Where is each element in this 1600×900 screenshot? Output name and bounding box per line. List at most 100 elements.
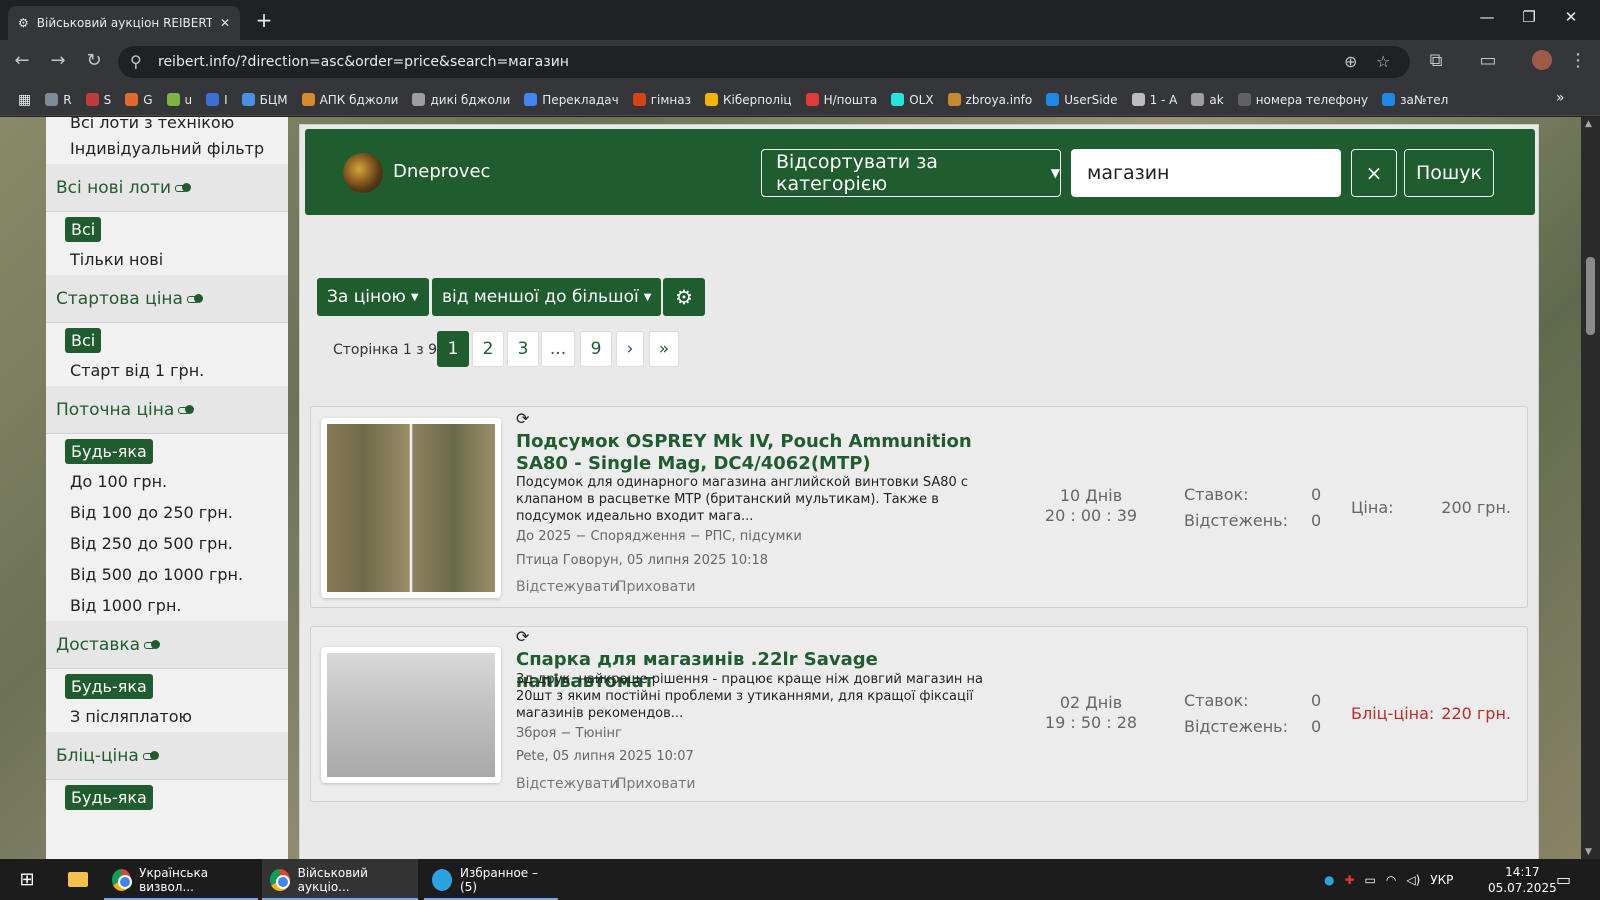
bookmark-item[interactable]: БЦМ (241, 93, 288, 107)
username[interactable]: Dneprovec (393, 161, 490, 182)
lot-thumbnail[interactable] (321, 418, 501, 598)
sort-by-button[interactable]: За ціною ▼ (317, 278, 429, 316)
bookmark-item[interactable]: R (45, 93, 72, 107)
bookmark-item[interactable]: G (125, 93, 153, 107)
extensions-icon[interactable]: ⧉ (1424, 50, 1448, 71)
clock[interactable]: 14:17 05.07.2025 (1488, 859, 1557, 900)
lot-thumbnail[interactable] (321, 647, 501, 783)
filter-option[interactable]: Від 100 до 250 грн. (46, 497, 288, 528)
new-tab-button[interactable]: + (252, 8, 276, 32)
minimize-button[interactable]: — (1472, 8, 1502, 26)
forward-button[interactable]: → (46, 50, 70, 71)
filter-option[interactable]: Від 500 до 1000 грн. (46, 559, 288, 590)
category-sort-button[interactable]: Відсортувати за категорією ▼ (761, 149, 1061, 197)
page-link[interactable]: 1 (437, 331, 469, 367)
watch-link[interactable]: Відстежувати (516, 579, 619, 595)
notifications-icon[interactable]: ▭ (1556, 859, 1571, 900)
more-bookmarks-icon[interactable]: » (1556, 90, 1565, 106)
zoom-icon[interactable]: ⊕ (1344, 52, 1357, 71)
profile-avatar[interactable] (1530, 50, 1554, 75)
telegram-tray-icon[interactable]: ● (1324, 873, 1334, 887)
clear-search-button[interactable]: × (1351, 149, 1397, 197)
watch-link[interactable]: Відстежувати (516, 776, 619, 792)
bookmark-item[interactable]: S (85, 93, 111, 107)
close-tab-icon[interactable]: ✕ (220, 16, 230, 30)
hide-link[interactable]: Приховати (616, 776, 695, 792)
bookmark-item[interactable]: ak (1191, 93, 1224, 107)
bookmark-item[interactable]: АПК бджоли (301, 93, 398, 107)
filter-selected-option[interactable]: Всі (65, 328, 102, 353)
filter-section-header[interactable]: Поточна ціна (46, 386, 288, 434)
bookmark-item[interactable]: за№тел (1382, 93, 1448, 107)
filter-section-header[interactable]: Бліц-ціна (46, 732, 288, 780)
bookmark-star-icon[interactable]: ☆ (1376, 52, 1390, 71)
search-button[interactable]: Пошук (1404, 149, 1494, 197)
scrollbar-thumb[interactable] (1586, 257, 1595, 335)
page-link[interactable]: » (649, 331, 679, 367)
file-explorer-button[interactable] (58, 859, 98, 900)
search-input[interactable] (1071, 149, 1341, 197)
back-button[interactable]: ← (10, 50, 34, 71)
url-field[interactable]: ⚲ reibert.info/?direction=asc&order=pric… (118, 46, 1410, 78)
start-button[interactable]: ⊞ (8, 859, 46, 900)
page-link[interactable]: 3 (507, 331, 539, 367)
page-scrollbar[interactable]: ▲ ▼ (1581, 117, 1600, 859)
bookmark-item[interactable]: Кіберполіц (704, 93, 792, 107)
page-link[interactable]: › (616, 331, 644, 367)
bookmark-item[interactable]: I (206, 93, 228, 107)
filter-selected-option[interactable]: Всі (65, 217, 102, 242)
lot-category[interactable]: До 2025 − Спорядження − РПС, підсумки (516, 529, 802, 544)
lot-title[interactable]: Подсумок OSPREY Mk IV, Pouch Ammunition … (516, 431, 996, 475)
page-link[interactable]: 2 (472, 331, 504, 367)
bookmark-item[interactable]: дикі бджоли (412, 93, 510, 107)
hide-link[interactable]: Приховати (616, 579, 695, 595)
filter-option[interactable]: З післяплатою (46, 701, 288, 732)
filter-option[interactable]: Тільки нові (46, 244, 288, 275)
bookmark-item[interactable]: zbroya.info (947, 93, 1032, 107)
filter-selected-option[interactable]: Будь-яка (65, 785, 153, 810)
avatar[interactable] (343, 153, 383, 193)
taskbar-app-chrome-2[interactable]: Військовий аукціо... (262, 859, 418, 900)
filter-option[interactable]: Старт від 1 грн. (46, 355, 288, 386)
sort-direction-button[interactable]: від меншої до більшої ▼ (432, 278, 662, 316)
filter-section-header[interactable]: Доставка (46, 621, 288, 669)
filter-option[interactable]: До 100 грн. (46, 466, 288, 497)
bookmark-item[interactable]: 1 - A (1131, 93, 1177, 107)
close-window-button[interactable]: ✕ (1556, 8, 1586, 26)
lot-card[interactable]: ⟳ Спарка для магазинів .22lr Savage напів… (310, 626, 1528, 802)
filter-selected-option[interactable]: Будь-яка (65, 439, 153, 464)
bookmark-item[interactable]: UserSide (1046, 93, 1118, 107)
lot-author[interactable]: Птица Говорун, 05 липня 2025 10:18 (516, 553, 768, 568)
bookmark-item[interactable]: Перекладач (524, 93, 619, 107)
taskbar-app-telegram[interactable]: Избранное – (5) (424, 859, 558, 900)
bookmark-item[interactable]: номера телефону (1237, 93, 1368, 107)
lot-author[interactable]: Pete, 05 липня 2025 10:07 (516, 749, 694, 764)
cast-icon[interactable]: ▭ (1476, 50, 1500, 71)
bookmark-item[interactable]: гімназ (632, 93, 691, 107)
page-link[interactable]: 9 (580, 331, 612, 367)
reload-button[interactable]: ↻ (82, 50, 106, 71)
security-tray-icon[interactable]: ✚ (1344, 873, 1354, 887)
lot-category[interactable]: Зброя − Тюнінг (516, 726, 622, 741)
apps-grid-icon[interactable]: ▦ (18, 92, 31, 108)
settings-button[interactable]: ⚙ (663, 278, 705, 316)
page-link[interactable]: ... (541, 331, 575, 367)
volume-icon[interactable]: ◁) (1406, 873, 1420, 887)
filter-section-header[interactable]: Всі нові лоти (46, 164, 288, 212)
filter-selected-option[interactable]: Будь-яка (65, 674, 153, 699)
filter-section-header[interactable]: Стартова ціна (46, 275, 288, 323)
sidebar-item[interactable]: Індивідуальний фільтр (46, 133, 288, 164)
bookmark-item[interactable]: u (166, 93, 192, 107)
browser-tab[interactable]: ⚙ Військовий аукціон REIBERT | Г ✕ (8, 6, 240, 40)
maximize-button[interactable]: ❐ (1514, 8, 1544, 26)
language-indicator[interactable]: УКР (1430, 873, 1453, 887)
sidebar-item[interactable]: Всі лоти з технікою (46, 117, 288, 133)
filter-option[interactable]: Від 1000 грн. (46, 590, 288, 621)
wifi-icon[interactable]: ◠ (1386, 873, 1396, 887)
taskbar-app-chrome-1[interactable]: Українська визвол... (104, 859, 258, 900)
bookmark-item[interactable]: OLX (891, 93, 934, 107)
filter-option[interactable]: Від 250 до 500 грн. (46, 528, 288, 559)
site-settings-icon[interactable]: ⚲ (130, 52, 142, 71)
lot-card[interactable]: ⟳ Подсумок OSPREY Mk IV, Pouch Ammunition… (310, 406, 1528, 608)
battery-icon[interactable]: ▭ (1365, 873, 1376, 887)
